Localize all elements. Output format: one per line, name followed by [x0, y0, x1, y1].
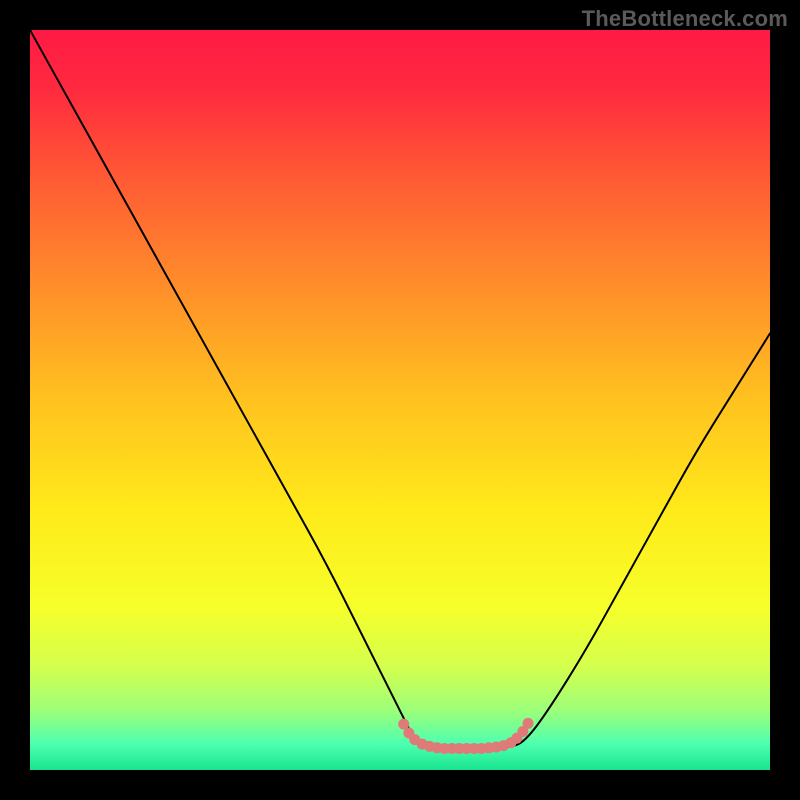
chart-svg — [30, 30, 770, 770]
chart-frame: TheBottleneck.com — [0, 0, 800, 800]
dot — [523, 718, 534, 729]
gradient-background — [30, 30, 770, 770]
plot-area — [30, 30, 770, 770]
watermark-text: TheBottleneck.com — [582, 6, 788, 32]
